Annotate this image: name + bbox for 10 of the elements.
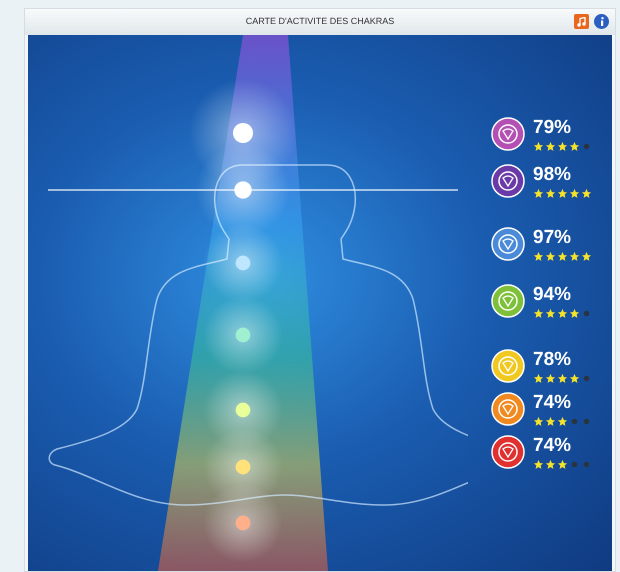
activity-percentage: 98%: [533, 164, 572, 186]
activity-percentage: 79%: [533, 117, 572, 139]
activity-percentage: 94%: [533, 284, 572, 306]
activity-percentage: 74%: [533, 435, 572, 457]
info-icon[interactable]: [594, 14, 609, 29]
panel-title: CARTE D'ACTIVITE DES CHAKRAS: [246, 15, 394, 28]
activity-percentage: 78%: [533, 349, 572, 371]
activity-percentage: 74%: [533, 392, 572, 414]
music-note-icon[interactable]: [574, 14, 589, 29]
activity-percentage: 97%: [533, 227, 572, 249]
